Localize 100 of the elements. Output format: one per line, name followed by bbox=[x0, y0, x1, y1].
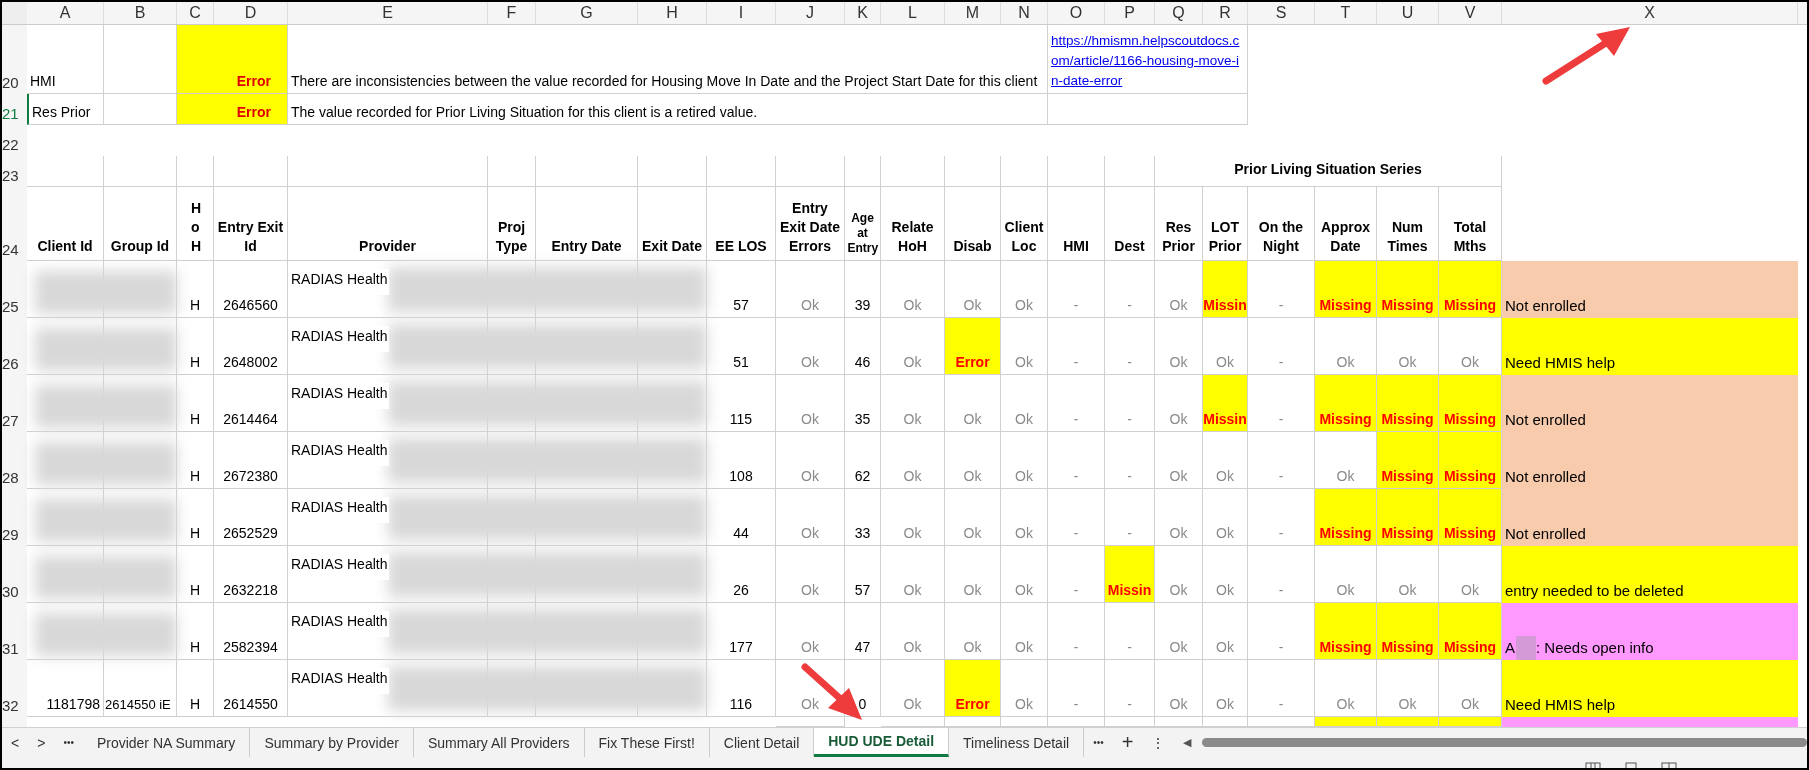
table-cell: - bbox=[1105, 432, 1155, 489]
column-header[interactable]: Q bbox=[1155, 2, 1203, 24]
row-header[interactable]: 21 bbox=[2, 94, 27, 125]
column-heading: Res Prior bbox=[1161, 218, 1196, 256]
row-header[interactable]: 22 bbox=[2, 125, 27, 156]
table-cell: Ok bbox=[1203, 660, 1248, 717]
row-header[interactable]: 23 bbox=[2, 156, 27, 187]
table-cell: 33 bbox=[854, 525, 871, 541]
note-cell: Not enrolled bbox=[1502, 261, 1798, 318]
flagged-cell: Missing bbox=[1439, 489, 1502, 546]
table-cell: 2614550 bbox=[223, 696, 278, 712]
horizontal-scrollbar[interactable] bbox=[1202, 738, 1807, 747]
column-header[interactable]: G bbox=[536, 2, 638, 24]
row-header[interactable]: 32 bbox=[2, 660, 27, 717]
more-sheets-button[interactable]: ••• bbox=[1084, 728, 1113, 757]
table-cell: 177 bbox=[729, 639, 753, 655]
column-heading: Client Loc bbox=[1004, 218, 1044, 256]
flagged-cell: Error bbox=[945, 318, 1001, 375]
row-header[interactable]: 29 bbox=[2, 489, 27, 546]
table-cell: 116 bbox=[729, 696, 753, 712]
row-header[interactable]: 20 bbox=[2, 25, 27, 94]
column-header[interactable]: V bbox=[1439, 2, 1502, 24]
flagged-cell: Missing bbox=[1439, 261, 1502, 318]
column-header[interactable]: J bbox=[776, 2, 845, 24]
flagged-cell: Missing bbox=[1315, 375, 1377, 432]
column-header[interactable]: M bbox=[945, 2, 1001, 24]
table-cell: - bbox=[1048, 489, 1105, 546]
previous-sheet-button[interactable]: < bbox=[2, 728, 29, 757]
flagged-cell: Missin bbox=[1105, 546, 1155, 603]
note-cell: Need HMIS help bbox=[1502, 318, 1798, 375]
table-cell: There are inconsistencies between the value recorded for Housing Move In Date and the Project Start Date for this client bbox=[291, 73, 1038, 89]
row-header[interactable]: 30 bbox=[2, 546, 27, 603]
table-cell: Ok bbox=[776, 546, 845, 603]
table-cell: - bbox=[1048, 432, 1105, 489]
column-header[interactable]: O bbox=[1048, 2, 1105, 24]
table-cell: Ok bbox=[1001, 603, 1048, 660]
column-header[interactable]: F bbox=[488, 2, 536, 24]
more-sheets-button[interactable]: ••• bbox=[54, 728, 83, 757]
help-link[interactable]: https://hmismn.helpscoutdocs.com/article/1166-housing-move-in-date-error bbox=[1051, 31, 1244, 91]
flagged-cell: Missing bbox=[1315, 489, 1377, 546]
table-cell: Ok bbox=[1001, 432, 1048, 489]
column-header[interactable]: D bbox=[214, 2, 288, 24]
column-header[interactable]: H bbox=[638, 2, 707, 24]
normal-view-icon[interactable] bbox=[1585, 762, 1601, 768]
table-cell: 2632218 bbox=[223, 582, 278, 598]
table-cell: Ok bbox=[776, 489, 845, 546]
column-header[interactable]: K bbox=[845, 2, 881, 24]
column-header[interactable]: T bbox=[1315, 2, 1377, 24]
flagged-cell: Missing bbox=[1439, 375, 1502, 432]
flagged-cell: Missing bbox=[1315, 603, 1377, 660]
row-header[interactable]: 28 bbox=[2, 432, 27, 489]
column-header[interactable]: N bbox=[1001, 2, 1048, 24]
table-cell: - bbox=[1248, 318, 1315, 375]
column-heading: On the Night bbox=[1257, 218, 1305, 256]
column-header[interactable]: S bbox=[1248, 2, 1315, 24]
flagged-cell: Missing bbox=[1439, 432, 1502, 489]
scroll-left-button[interactable]: ◀ bbox=[1174, 728, 1201, 757]
table-cell: - bbox=[1248, 432, 1315, 489]
column-heading: Total Mths bbox=[1452, 218, 1488, 256]
column-header[interactable]: L bbox=[881, 2, 945, 24]
table-cell: Res Prior bbox=[32, 104, 91, 120]
column-header[interactable]: R bbox=[1203, 2, 1248, 24]
flagged-cell: Missing bbox=[1377, 489, 1439, 546]
table-cell: 2614550 iE bbox=[105, 697, 171, 712]
column-header[interactable]: P bbox=[1105, 2, 1155, 24]
column-header[interactable]: A bbox=[27, 2, 104, 24]
page-break-icon[interactable] bbox=[1661, 762, 1677, 768]
note-cell: entry needed to be deleted bbox=[1502, 546, 1798, 603]
column-heading: Provider bbox=[359, 237, 416, 256]
table-cell: Ok bbox=[1155, 546, 1203, 603]
column-header[interactable]: U bbox=[1377, 2, 1439, 24]
page-layout-icon[interactable] bbox=[1623, 762, 1639, 768]
column-header[interactable]: C bbox=[177, 2, 214, 24]
sheet-tab[interactable]: HUD UDE Detail bbox=[814, 728, 950, 757]
row-header[interactable]: 25 bbox=[2, 261, 27, 318]
note-cell: Need HMIS help bbox=[1502, 660, 1798, 717]
column-heading: Dest bbox=[1114, 237, 1145, 256]
table-cell: 0 bbox=[858, 696, 867, 712]
table-cell: Ok bbox=[776, 603, 845, 660]
table-cell: 2614464 bbox=[223, 411, 278, 427]
row-header[interactable]: 26 bbox=[2, 318, 27, 375]
column-header[interactable]: I bbox=[707, 2, 776, 24]
table-cell: Ok bbox=[1155, 489, 1203, 546]
row-header[interactable]: 27 bbox=[2, 375, 27, 432]
table-cell: 2652529 bbox=[223, 525, 278, 541]
table-cell: 2672380 bbox=[223, 468, 278, 484]
row-header[interactable]: 24 bbox=[2, 187, 27, 261]
column-header[interactable]: X bbox=[1502, 2, 1798, 24]
column-heading: Exit Date bbox=[642, 237, 702, 256]
row-header[interactable]: 31 bbox=[2, 603, 27, 660]
table-cell: RADIAS Health bbox=[290, 668, 390, 694]
menu-button[interactable]: ⋮ bbox=[1142, 728, 1175, 757]
add-sheet-button[interactable]: + bbox=[1112, 728, 1143, 757]
table-cell: - bbox=[1048, 375, 1105, 432]
column-heading: HMI bbox=[1063, 237, 1089, 256]
column-header[interactable]: E bbox=[288, 2, 488, 24]
table-cell: 2646560 bbox=[223, 297, 278, 313]
column-header[interactable]: B bbox=[104, 2, 177, 24]
next-sheet-button[interactable]: > bbox=[28, 728, 55, 757]
table-cell: Ok bbox=[1001, 546, 1048, 603]
